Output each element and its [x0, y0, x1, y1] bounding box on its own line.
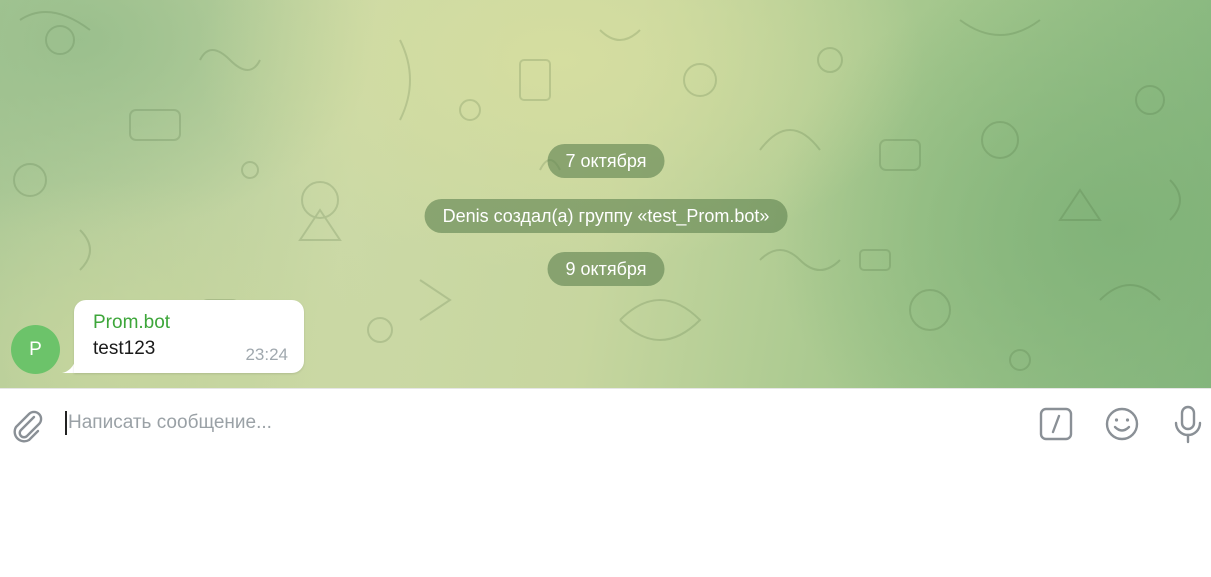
sender-name[interactable]: Prom.bot: [93, 312, 170, 334]
avatar[interactable]: P: [11, 325, 60, 374]
text-caret: [65, 411, 67, 435]
message-input[interactable]: [68, 405, 1008, 441]
group-created-notice: Denis создал(а) группу «test_Prom.bot»: [424, 199, 788, 233]
message-time: 23:24: [245, 345, 288, 364]
date-separator: 7 октября: [547, 144, 665, 178]
bot-command-icon[interactable]: [1039, 407, 1073, 441]
message-text: test123: [93, 338, 156, 359]
paperclip-icon[interactable]: [10, 407, 44, 443]
emoji-icon[interactable]: [1104, 406, 1140, 442]
message-bubble[interactable]: Prom.bot test123 23:24: [74, 300, 304, 373]
message-composer: [0, 388, 1211, 577]
date-separator: 9 октября: [547, 252, 665, 286]
chat-history[interactable]: 7 октября Denis создал(а) группу «test_P…: [0, 0, 1211, 388]
microphone-icon[interactable]: [1172, 405, 1204, 445]
